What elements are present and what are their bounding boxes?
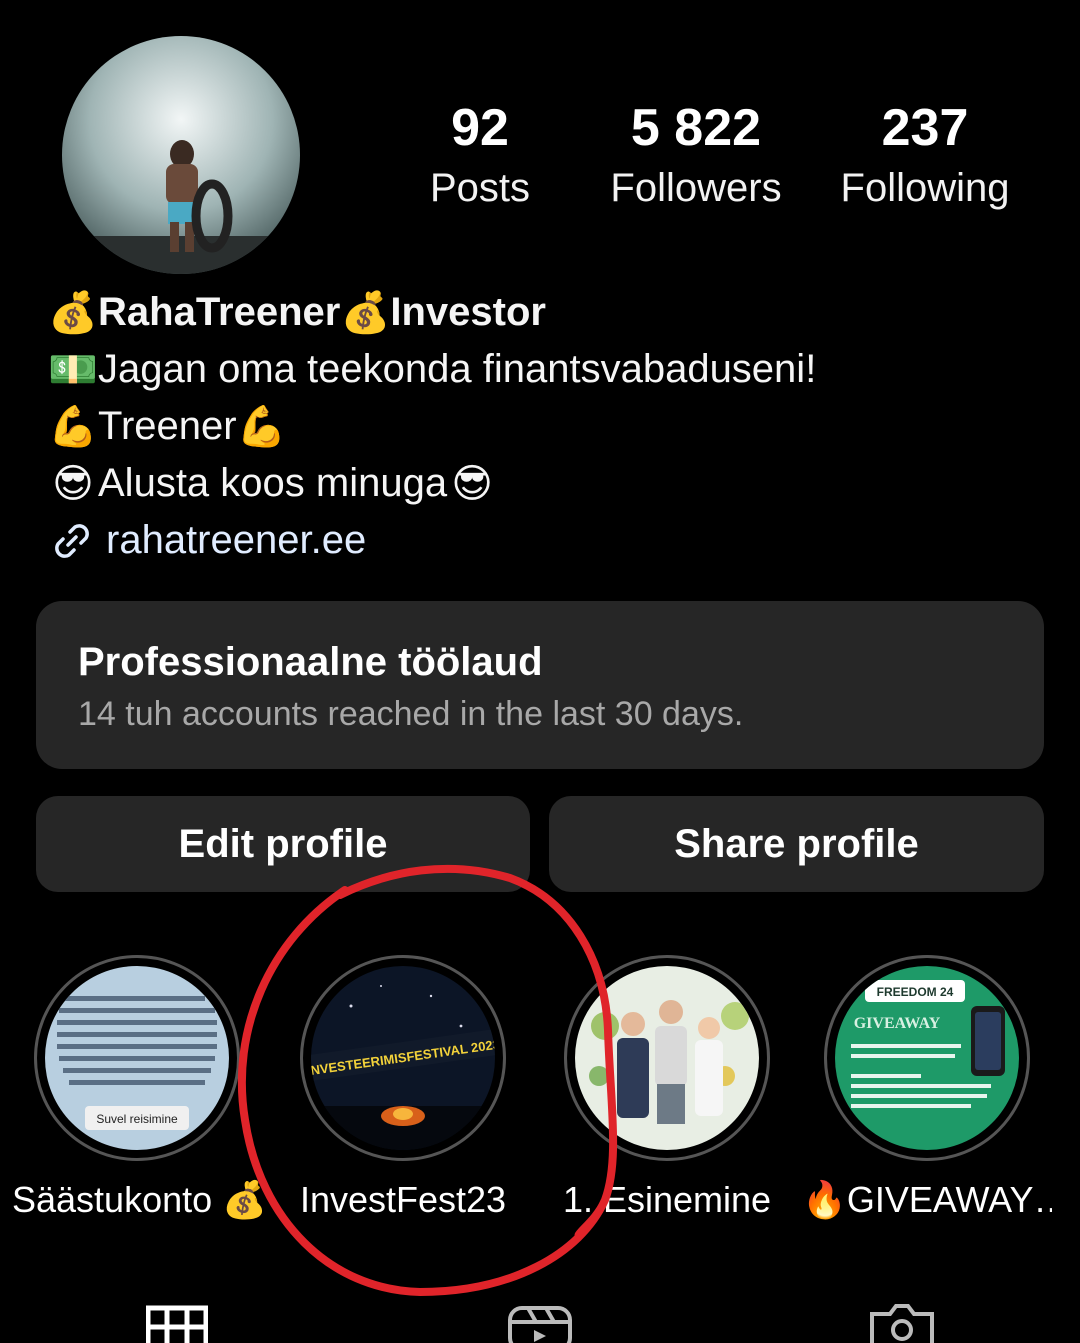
highlight-giveaway[interactable]: FREEDOM 24 GIVEAWAY 🔥GIVEAWAY… — [802, 955, 1052, 1223]
highlight-cover: Suvel reisimine — [45, 966, 229, 1150]
profile-stats: 92 Posts 5 822 Followers 237 Following — [380, 98, 1060, 228]
highlight-ring — [564, 955, 770, 1161]
edit-profile-button[interactable]: Edit profile — [36, 796, 530, 892]
following-count[interactable]: 237 Following — [825, 98, 1025, 218]
highlight-ring: FREEDOM 24 GIVEAWAY — [824, 955, 1030, 1161]
name-suffix: Investor — [390, 290, 546, 334]
bio-line: 💪 Treener 💪 — [48, 398, 1048, 455]
reels-icon[interactable] — [506, 1300, 574, 1343]
money-bag-icon: 💰 — [48, 290, 98, 335]
giveaway-word: GIVEAWAY — [854, 1015, 941, 1032]
name-text: RahaTreener — [98, 290, 341, 334]
tagged-icon[interactable] — [868, 1300, 936, 1343]
bio-text: Alusta koos minuga — [98, 461, 448, 505]
highlight-cover — [575, 966, 759, 1150]
highlight-ring: INVESTEERIMISFESTIVAL 2023 — [300, 955, 506, 1161]
dashboard-subtitle: 14 tuh accounts reached in the last 30 d… — [78, 695, 744, 733]
bio-line: 😎 Alusta koos minuga 😎 — [48, 455, 1048, 512]
savings-tag: Suvel reisimine — [96, 1112, 178, 1126]
savings-story-icon: Suvel reisimine — [45, 966, 229, 1150]
highlight-label: 1. Esinemine — [562, 1179, 772, 1220]
giveaway-story-icon: FREEDOM 24 GIVEAWAY — [835, 966, 1019, 1150]
stat-label: Posts — [429, 166, 531, 210]
highlight-cover: INVESTEERIMISFESTIVAL 2023 — [311, 966, 495, 1150]
highlight-label: InvestFest23 — [299, 1179, 507, 1220]
stat-label: Following — [840, 166, 1010, 210]
posts-count[interactable]: 92 Posts — [380, 98, 580, 218]
highlight-esinemine[interactable]: 1. Esinemine — [542, 955, 792, 1223]
highlight-investfest[interactable]: INVESTEERIMISFESTIVAL 2023 InvestFest23 — [278, 955, 528, 1223]
profile-bio: 💰 RahaTreener 💰 Investor 💵 Jagan oma tee… — [48, 284, 1048, 569]
profile-avatar[interactable] — [62, 36, 300, 274]
profile-link[interactable]: rahatreener.ee — [48, 512, 1048, 569]
stat-label: Followers — [610, 166, 782, 210]
grid-icon[interactable] — [146, 1300, 208, 1343]
highlight-cover: FREEDOM 24 GIVEAWAY — [835, 966, 1019, 1150]
cool-face-icon: 😎 — [451, 461, 493, 506]
link-text[interactable]: rahatreener.ee — [106, 512, 366, 569]
festival-story-icon: INVESTEERIMISFESTIVAL 2023 — [311, 966, 495, 1150]
freedom-brand: FREEDOM 24 — [877, 985, 954, 999]
link-icon — [55, 523, 89, 558]
money-icon: 💵 — [48, 347, 98, 392]
money-bag-icon: 💰 — [340, 290, 391, 335]
cool-face-icon: 😎 — [52, 461, 94, 506]
profile-tabs — [0, 1300, 1080, 1343]
muscle-icon: 💪 — [48, 404, 98, 449]
highlight-label: Säästukonto 💰 — [12, 1179, 262, 1220]
stat-value: 5 822 — [630, 99, 762, 157]
bio-line: 💵 Jagan oma teekonda finantsvabaduseni! — [48, 341, 1048, 398]
stat-value: 92 — [451, 99, 509, 157]
share-profile-button[interactable]: Share profile — [549, 796, 1044, 892]
muscle-icon: 💪 — [236, 404, 287, 449]
dashboard-title: Professionaalne töölaud — [78, 640, 543, 684]
avatar-image — [62, 36, 300, 274]
professional-dashboard[interactable]: Professionaalne töölaud 14 tuh accounts … — [36, 601, 1044, 769]
bio-text: Jagan oma teekonda finantsvabaduseni! — [98, 347, 817, 391]
profile-name: 💰 RahaTreener 💰 Investor — [48, 284, 1048, 341]
bio-text: Treener — [98, 404, 237, 448]
highlight-ring: Suvel reisimine — [34, 955, 240, 1161]
people-story-icon — [575, 966, 759, 1150]
highlight-label: 🔥GIVEAWAY… — [802, 1179, 1052, 1220]
stat-value: 237 — [881, 99, 969, 157]
highlight-savings[interactable]: Suvel reisimine Säästukonto 💰 — [12, 955, 262, 1223]
followers-count[interactable]: 5 822 Followers — [596, 98, 796, 218]
